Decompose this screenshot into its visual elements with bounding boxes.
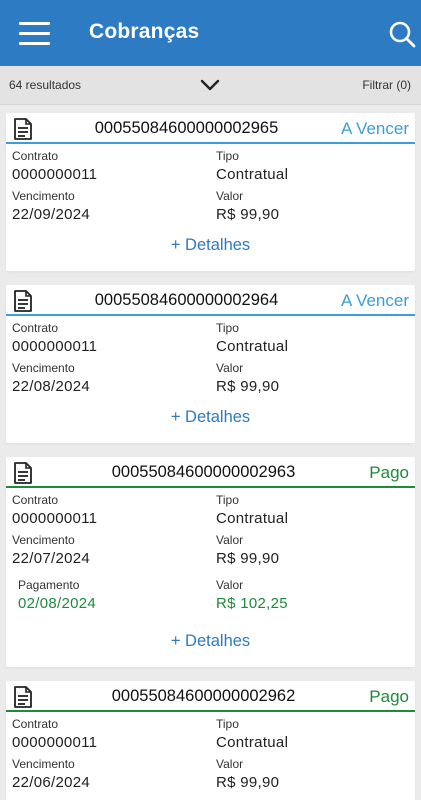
chevron-down-icon[interactable] xyxy=(200,78,220,92)
type-label: Tipo xyxy=(216,149,239,163)
due-label: Vencimento xyxy=(12,361,75,375)
contract-field: Contrato 0000000011 xyxy=(12,321,97,356)
due-field: Vencimento 22/09/2024 xyxy=(12,189,90,224)
type-field: Tipo Contratual xyxy=(216,493,288,528)
value-label: Valor xyxy=(216,533,244,547)
details-link[interactable]: + Detalhes xyxy=(6,632,415,651)
contract-field: Contrato 0000000011 xyxy=(12,717,97,752)
due-label: Vencimento xyxy=(12,757,75,771)
contract-value: 0000000011 xyxy=(12,166,98,183)
charge-number: 00055084600000002962 xyxy=(111,687,296,705)
page-title: Cobranças xyxy=(89,20,200,43)
due-field: Vencimento 22/07/2024 xyxy=(12,533,90,568)
app-bar: Cobranças xyxy=(0,0,421,66)
contract-field: Contrato 0000000011 xyxy=(12,493,97,528)
status-divider xyxy=(6,486,415,488)
details-link[interactable]: + Detalhes xyxy=(6,236,415,255)
charge-number: 00055084600000002965 xyxy=(94,119,279,137)
paid-value-label: Valor xyxy=(216,578,244,592)
value-field: Valor R$ 99,90 xyxy=(216,533,279,568)
type-value: Contratual xyxy=(216,734,289,751)
search-icon[interactable] xyxy=(388,20,416,48)
value-label: Valor xyxy=(216,189,244,203)
charge-number: 00055084600000002963 xyxy=(111,463,296,481)
value-amount: R$ 99,90 xyxy=(216,206,280,223)
contract-value: 0000000011 xyxy=(12,510,98,527)
card-header: 00055084600000002965 A Vencer xyxy=(6,113,415,140)
paid-value-field: Valor R$ 102,25 xyxy=(216,578,288,613)
value-amount: R$ 99,90 xyxy=(216,774,280,791)
status-badge: Pago xyxy=(369,463,409,482)
status-divider xyxy=(6,314,415,316)
details-link[interactable]: + Detalhes xyxy=(6,408,415,427)
type-label: Tipo xyxy=(216,493,239,507)
status-divider xyxy=(6,710,415,712)
due-value: 22/09/2024 xyxy=(12,206,91,223)
type-field: Tipo Contratual xyxy=(216,321,288,356)
status-badge: A Vencer xyxy=(340,119,409,138)
contract-label: Contrato xyxy=(12,321,59,335)
charge-card[interactable]: 00055084600000002965 A Vencer Contrato 0… xyxy=(6,113,415,271)
value-field: Valor R$ 99,90 xyxy=(216,757,279,792)
type-value: Contratual xyxy=(216,166,289,183)
due-value: 22/07/2024 xyxy=(12,550,91,567)
contract-value: 0000000011 xyxy=(12,734,98,751)
type-label: Tipo xyxy=(216,321,239,335)
value-field: Valor R$ 99,90 xyxy=(216,361,279,396)
filter-bar: 64 resultados Filtrar (0) xyxy=(0,66,421,105)
charge-card[interactable]: 00055084600000002963 Pago Contrato 00000… xyxy=(6,457,415,667)
due-field: Vencimento 22/08/2024 xyxy=(12,361,90,396)
status-divider xyxy=(6,142,415,144)
contract-label: Contrato xyxy=(12,149,59,163)
value-amount: R$ 99,90 xyxy=(216,378,280,395)
due-value: 22/06/2024 xyxy=(12,774,91,791)
type-field: Tipo Contratual xyxy=(216,149,288,184)
contract-field: Contrato 0000000011 xyxy=(12,149,97,184)
charge-card[interactable]: 00055084600000002962 Pago Contrato 00000… xyxy=(6,681,415,800)
type-value: Contratual xyxy=(216,338,289,355)
charge-card[interactable]: 00055084600000002964 A Vencer Contrato 0… xyxy=(6,285,415,443)
contract-label: Contrato xyxy=(12,493,59,507)
due-field: Vencimento 22/06/2024 xyxy=(12,757,90,792)
type-label: Tipo xyxy=(216,717,239,731)
type-value: Contratual xyxy=(216,510,289,527)
menu-icon[interactable] xyxy=(19,22,50,46)
due-label: Vencimento xyxy=(12,533,75,547)
card-header: 00055084600000002962 Pago xyxy=(6,681,415,708)
contract-label: Contrato xyxy=(12,717,59,731)
status-badge: A Vencer xyxy=(340,291,409,310)
paid-value-amount: R$ 102,25 xyxy=(216,595,288,612)
status-badge: Pago xyxy=(369,687,409,706)
payment-date: 02/08/2024 xyxy=(18,595,97,612)
card-header: 00055084600000002963 Pago xyxy=(6,457,415,484)
due-value: 22/08/2024 xyxy=(12,378,91,395)
due-label: Vencimento xyxy=(12,189,75,203)
payment-field: Pagamento 02/08/2024 xyxy=(18,578,96,613)
charge-number: 00055084600000002964 xyxy=(94,291,279,309)
value-field: Valor R$ 99,90 xyxy=(216,189,279,224)
contract-value: 0000000011 xyxy=(12,338,98,355)
card-header: 00055084600000002964 A Vencer xyxy=(6,285,415,312)
value-label: Valor xyxy=(216,757,244,771)
value-label: Valor xyxy=(216,361,244,375)
type-field: Tipo Contratual xyxy=(216,717,288,752)
payment-label: Pagamento xyxy=(18,578,80,592)
filter-button[interactable]: Filtrar (0) xyxy=(362,78,411,92)
results-count: 64 resultados xyxy=(9,78,82,92)
value-amount: R$ 99,90 xyxy=(216,550,280,567)
